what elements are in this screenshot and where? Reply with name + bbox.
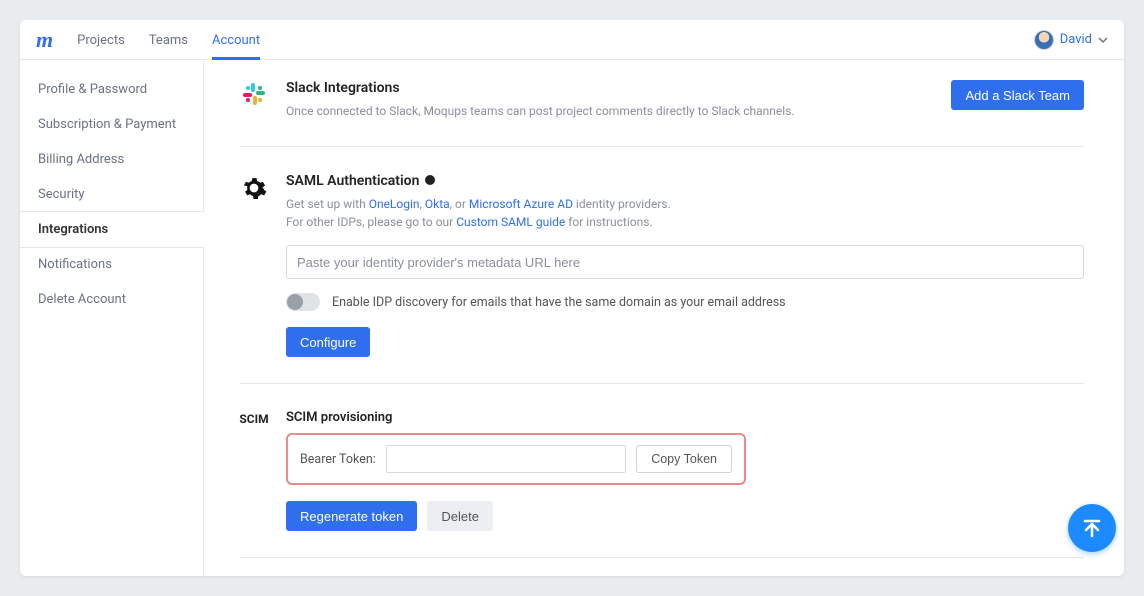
sidebar: Profile & Password Subscription & Paymen…	[20, 60, 204, 576]
delete-token-button[interactable]: Delete	[427, 501, 493, 531]
info-icon[interactable]	[425, 175, 435, 185]
section-saml: SAML Authentication Get set up with OneL…	[240, 173, 1084, 384]
saml-metadata-input[interactable]	[286, 245, 1084, 279]
sidebar-item-subscription[interactable]: Subscription & Payment	[20, 107, 203, 142]
link-azure[interactable]: Microsoft Azure AD	[469, 197, 573, 211]
sidebar-item-notifications[interactable]: Notifications	[20, 247, 203, 282]
copy-token-button[interactable]: Copy Token	[636, 445, 732, 473]
regenerate-token-button[interactable]: Regenerate token	[286, 501, 417, 531]
bearer-token-input[interactable]	[386, 445, 626, 473]
add-slack-button[interactable]: Add a Slack Team	[951, 80, 1084, 110]
bearer-token-label: Bearer Token:	[300, 452, 376, 467]
saml-desc2-pre: For other IDPs, please go to our	[286, 215, 456, 229]
slack-desc: Once connected to Slack, Moqups teams ca…	[286, 102, 795, 120]
saml-desc: Get set up with OneLogin, Okta, or Micro…	[286, 195, 1084, 231]
sidebar-item-profile[interactable]: Profile & Password	[20, 72, 203, 107]
body: Profile & Password Subscription & Paymen…	[20, 60, 1124, 576]
link-guide[interactable]: Custom SAML guide	[456, 215, 565, 229]
saml-desc-or: , or	[450, 197, 469, 211]
gear-icon	[240, 173, 268, 357]
slack-icon	[240, 80, 268, 120]
nav-account[interactable]: Account	[212, 20, 260, 60]
saml-desc-pre: Get set up with	[286, 197, 369, 211]
sidebar-item-billing[interactable]: Billing Address	[20, 142, 203, 177]
sidebar-item-integrations[interactable]: Integrations	[20, 212, 204, 247]
sidebar-item-security[interactable]: Security	[20, 177, 203, 212]
configure-button[interactable]: Configure	[286, 327, 370, 357]
top-nav: Projects Teams Account	[77, 20, 260, 59]
saml-desc-post: identity providers.	[573, 197, 671, 211]
sidebar-item-delete[interactable]: Delete Account	[20, 282, 203, 317]
scroll-top-fab[interactable]	[1068, 504, 1116, 552]
topbar: m Projects Teams Account David	[20, 20, 1124, 60]
saml-title: SAML Authentication	[286, 173, 419, 189]
chevron-down-icon	[1098, 35, 1108, 45]
scim-title: SCIM provisioning	[286, 410, 1084, 425]
section-scim: SCIM SCIM provisioning Bearer Token: Cop…	[240, 410, 1084, 558]
user-menu[interactable]: David	[1034, 30, 1108, 50]
bearer-token-box: Bearer Token: Copy Token	[286, 433, 746, 485]
link-onelogin[interactable]: OneLogin	[369, 197, 420, 211]
section-slack: Slack Integrations Once connected to Sla…	[240, 80, 1084, 147]
arrow-up-icon	[1080, 516, 1104, 540]
logo: m	[36, 27, 53, 53]
avatar	[1034, 30, 1054, 50]
slack-title: Slack Integrations	[286, 80, 795, 96]
saml-desc2-post: for instructions.	[565, 215, 652, 229]
app-window: m Projects Teams Account David Profile &…	[20, 20, 1124, 576]
link-okta[interactable]: Okta	[425, 197, 450, 211]
idp-discovery-toggle[interactable]	[286, 293, 320, 311]
nav-projects[interactable]: Projects	[77, 20, 125, 60]
content[interactable]: Slack Integrations Once connected to Sla…	[204, 60, 1124, 576]
user-name: David	[1060, 32, 1092, 47]
scim-icon-label: SCIM	[239, 412, 268, 426]
scim-icon: SCIM	[240, 410, 268, 531]
idp-toggle-label: Enable IDP discovery for emails that hav…	[332, 295, 786, 310]
nav-teams[interactable]: Teams	[149, 20, 188, 60]
